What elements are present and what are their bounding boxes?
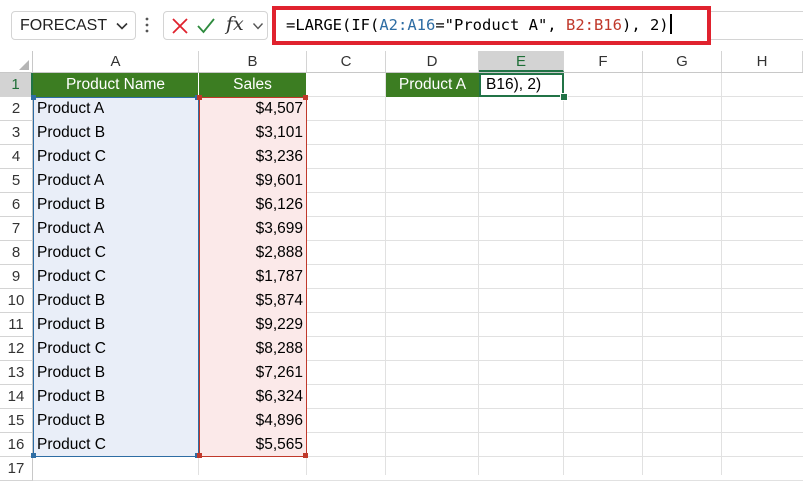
formula-segment: B2:B16: [565, 16, 622, 34]
formula-input-extension[interactable]: [711, 11, 803, 40]
row-header-5[interactable]: 5: [0, 169, 33, 193]
row-header-16[interactable]: 16: [0, 433, 33, 457]
gridline: [385, 73, 386, 475]
sales-cell[interactable]: $3,699: [199, 217, 307, 241]
column-header-h[interactable]: H: [722, 51, 803, 72]
row-header-7[interactable]: 7: [0, 217, 33, 241]
range-corner-handle[interactable]: [31, 95, 36, 100]
gridline: [642, 73, 643, 475]
product-name-cell[interactable]: Product B: [33, 361, 199, 385]
sales-cell[interactable]: $5,874: [199, 289, 307, 313]
table-header-sales[interactable]: Sales: [199, 73, 307, 97]
formula-segment: ="Product A",: [435, 16, 566, 34]
gridline: [478, 73, 479, 475]
sales-cell[interactable]: $6,126: [199, 193, 307, 217]
row-header-9[interactable]: 9: [0, 265, 33, 289]
formula-segment: =LARGE(IF(: [286, 16, 380, 34]
product-name-cell[interactable]: Product C: [33, 241, 199, 265]
product-name-cell[interactable]: Product C: [33, 433, 199, 457]
row-header-11[interactable]: 11: [0, 313, 33, 337]
sales-cell[interactable]: $1,787: [199, 265, 307, 289]
column-headers: ABCDEFGH: [0, 51, 803, 73]
sales-cell[interactable]: $4,896: [199, 409, 307, 433]
column-header-f[interactable]: F: [564, 51, 643, 72]
sales-cell[interactable]: $2,888: [199, 241, 307, 265]
range-corner-handle[interactable]: [31, 453, 36, 458]
product-name-cell[interactable]: Product C: [33, 265, 199, 289]
chevron-down-icon[interactable]: [115, 19, 129, 33]
formula-bar-buttons: fx: [163, 11, 268, 40]
active-cell[interactable]: B16), 2): [479, 73, 564, 97]
text-cursor: [669, 14, 672, 34]
row-header-3[interactable]: 3: [0, 121, 33, 145]
product-name-cell[interactable]: Product B: [33, 193, 199, 217]
sales-cell[interactable]: $9,229: [199, 313, 307, 337]
range-corner-handle[interactable]: [197, 95, 202, 100]
product-name-cell[interactable]: Product B: [33, 385, 199, 409]
product-name-cell[interactable]: Product B: [33, 409, 199, 433]
product-name-cell[interactable]: Product B: [33, 289, 199, 313]
product-name-cell[interactable]: Product C: [33, 145, 199, 169]
product-name-cell[interactable]: Product B: [33, 313, 199, 337]
sales-cell[interactable]: $6,324: [199, 385, 307, 409]
formula-bar: FORECAST fx =LARGE(IF(A2:A16="Product A"…: [0, 0, 803, 51]
name-box[interactable]: FORECAST: [11, 11, 136, 40]
range-corner-handle[interactable]: [303, 453, 308, 458]
sales-cell[interactable]: $3,236: [199, 145, 307, 169]
product-name-cell[interactable]: Product A: [33, 217, 199, 241]
fill-handle[interactable]: [560, 93, 568, 101]
row-header-14[interactable]: 14: [0, 385, 33, 409]
sales-cell[interactable]: $8,288: [199, 337, 307, 361]
cancel-icon[interactable]: [170, 16, 190, 36]
column-header-c[interactable]: C: [307, 51, 386, 72]
row-header-4[interactable]: 4: [0, 145, 33, 169]
sales-cell[interactable]: $9,601: [199, 169, 307, 193]
row-header-8[interactable]: 8: [0, 241, 33, 265]
gridline: [563, 73, 564, 475]
spreadsheet-grid: ABCDEFGH 1 2 3 4 5 6 7 8 9 10 11 12 13 14 15 16 17 Produ…: [0, 51, 803, 481]
product-name-cell[interactable]: Product C: [33, 337, 199, 361]
row-header-12[interactable]: 12: [0, 337, 33, 361]
row-header-2[interactable]: 2: [0, 97, 33, 121]
row-header-1[interactable]: 1: [0, 73, 33, 97]
row-header-6[interactable]: 6: [0, 193, 33, 217]
sales-cell[interactable]: $7,261: [199, 361, 307, 385]
row-header-10[interactable]: 10: [0, 289, 33, 313]
row-header-15[interactable]: 15: [0, 409, 33, 433]
sales-cell[interactable]: $5,565: [199, 433, 307, 457]
select-all-icon: [19, 60, 29, 70]
sales-cell[interactable]: $4,507: [199, 97, 307, 121]
table-header-product-name[interactable]: Product Name: [33, 73, 199, 97]
chevron-down-icon[interactable]: [252, 20, 264, 32]
column-header-e[interactable]: E: [479, 51, 564, 72]
formula-input[interactable]: =LARGE(IF(A2:A16="Product A", B2:B16), 2…: [272, 6, 711, 45]
column-header-a[interactable]: A: [33, 51, 199, 72]
formula-segment: ), 2): [621, 16, 669, 34]
column-header-d[interactable]: D: [386, 51, 479, 72]
row-header-13[interactable]: 13: [0, 361, 33, 385]
more-options-icon[interactable]: [144, 14, 150, 36]
cells-area: Product Name Sales Product A $4,507 Product …: [31, 73, 803, 481]
insert-function-button[interactable]: fx: [226, 13, 252, 35]
product-name-cell[interactable]: Product A: [33, 97, 199, 121]
select-all-corner[interactable]: [0, 51, 33, 73]
product-name-cell[interactable]: Product A: [33, 169, 199, 193]
criteria-label-cell[interactable]: Product A: [386, 73, 479, 97]
column-header-g[interactable]: G: [643, 51, 722, 72]
gridline: [721, 73, 722, 475]
row-header-17[interactable]: 17: [0, 457, 33, 481]
formula-segment: A2:A16: [379, 16, 436, 34]
enter-check-icon[interactable]: [196, 16, 216, 36]
name-box-value[interactable]: FORECAST: [20, 17, 107, 35]
column-header-b[interactable]: B: [199, 51, 307, 72]
range-corner-handle[interactable]: [197, 453, 202, 458]
product-name-cell[interactable]: Product B: [33, 121, 199, 145]
sales-cell[interactable]: $3,101: [199, 121, 307, 145]
range-corner-handle[interactable]: [303, 95, 308, 100]
